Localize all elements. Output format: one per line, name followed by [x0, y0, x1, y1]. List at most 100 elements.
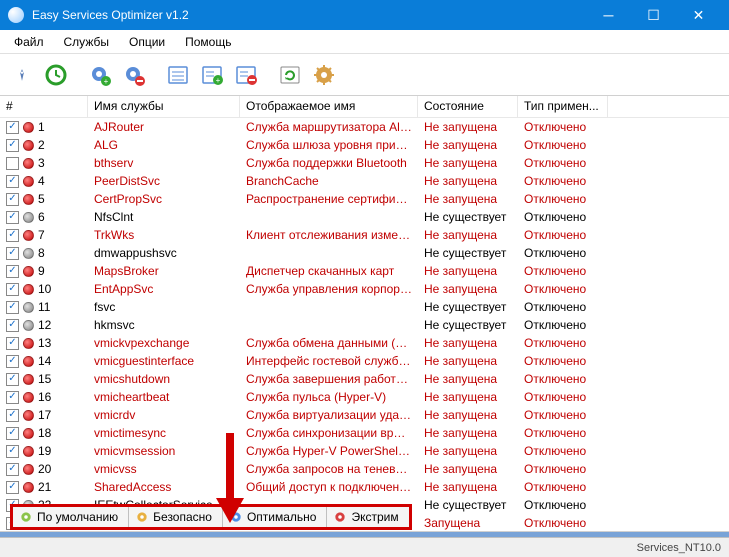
col-number[interactable]: # — [0, 96, 88, 117]
refresh-button[interactable] — [274, 59, 306, 91]
list-remove-button[interactable] — [230, 59, 262, 91]
table-row[interactable]: ✓14vmicguestinterfaceИнтерфейс гостевой … — [0, 352, 729, 370]
checkbox[interactable]: ✓ — [6, 409, 19, 422]
checkbox[interactable]: ✓ — [6, 283, 19, 296]
state: Не существует — [418, 498, 518, 512]
row-number: 10 — [38, 282, 51, 296]
checkbox[interactable] — [6, 157, 19, 170]
table-row[interactable]: ✓9MapsBrokerДиспетчер скачанных картНе з… — [0, 262, 729, 280]
checkbox[interactable]: ✓ — [6, 373, 19, 386]
table-row[interactable]: ✓7TrkWksКлиент отслеживания измени...Не … — [0, 226, 729, 244]
menu-file[interactable]: Файл — [6, 32, 52, 52]
gear-plus-button[interactable]: + — [84, 59, 116, 91]
table-row[interactable]: ✓11fsvcНе существуетОтключено — [0, 298, 729, 316]
col-display-name[interactable]: Отображаемое имя — [240, 96, 418, 117]
table-row[interactable]: ✓5CertPropSvcРаспространение сертификата… — [0, 190, 729, 208]
checkbox[interactable]: ✓ — [6, 301, 19, 314]
menu-options[interactable]: Опции — [121, 32, 173, 52]
state: Не запущена — [418, 228, 518, 242]
close-button[interactable]: ✕ — [676, 0, 721, 30]
checkbox[interactable]: ✓ — [6, 121, 19, 134]
type: Отключено — [518, 426, 608, 440]
table-row[interactable]: ✓6NfsClntНе существуетОтключено — [0, 208, 729, 226]
checkbox[interactable]: ✓ — [6, 175, 19, 188]
col-state[interactable]: Состояние — [418, 96, 518, 117]
type: Отключено — [518, 498, 608, 512]
mode-safe[interactable]: Безопасно — [129, 507, 223, 527]
checkbox[interactable]: ✓ — [6, 247, 19, 260]
display-name: Служба управления корпора... — [240, 282, 418, 296]
list-add-button[interactable]: + — [196, 59, 228, 91]
mode-default[interactable]: По умолчанию — [13, 507, 129, 527]
maximize-button[interactable]: ☐ — [631, 0, 676, 30]
row-number: 3 — [38, 156, 45, 170]
checkbox[interactable]: ✓ — [6, 211, 19, 224]
type: Отключено — [518, 354, 608, 368]
status-dot-icon — [23, 410, 34, 421]
table-row[interactable]: ✓10EntAppSvcСлужба управления корпора...… — [0, 280, 729, 298]
table-row[interactable]: ✓19vmicvmsessionСлужба Hyper-V PowerShel… — [0, 442, 729, 460]
table-row[interactable]: ✓4PeerDistSvcBranchCacheНе запущенаОтклю… — [0, 172, 729, 190]
checkbox[interactable]: ✓ — [6, 355, 19, 368]
status-dot-icon — [23, 176, 34, 187]
checkbox[interactable]: ✓ — [6, 139, 19, 152]
checkbox[interactable]: ✓ — [6, 463, 19, 476]
col-name[interactable]: Имя службы — [88, 96, 240, 117]
table-row[interactable]: ✓8dmwappushsvcНе существуетОтключено — [0, 244, 729, 262]
checkbox[interactable]: ✓ — [6, 265, 19, 278]
state: Не запущена — [418, 156, 518, 170]
checkbox[interactable]: ✓ — [6, 319, 19, 332]
state: Не запущена — [418, 372, 518, 386]
service-name: vmicshutdown — [88, 372, 240, 386]
service-name: fsvc — [88, 300, 240, 314]
rocket-button[interactable] — [6, 59, 38, 91]
checkbox[interactable]: ✓ — [6, 427, 19, 440]
state: Не запущена — [418, 444, 518, 458]
status-dot-icon — [23, 374, 34, 385]
table-row[interactable]: ✓16vmicheartbeatСлужба пульса (Hyper-V)Н… — [0, 388, 729, 406]
table-row[interactable]: ✓21SharedAccessОбщий доступ к подключени… — [0, 478, 729, 496]
table-row[interactable]: 3bthservСлужба поддержки BluetoothНе зап… — [0, 154, 729, 172]
table-row[interactable]: ✓2ALGСлужба шлюза уровня прило...Не запу… — [0, 136, 729, 154]
table-row[interactable]: ✓17vmicrdvСлужба виртуализации удал...Не… — [0, 406, 729, 424]
table-body: ✓1AJRouterСлужба маршрутизатора AllJ...Н… — [0, 118, 729, 532]
menu-help[interactable]: Помощь — [177, 32, 239, 52]
checkbox[interactable]: ✓ — [6, 391, 19, 404]
svg-text:+: + — [216, 76, 221, 85]
status-dot-icon — [23, 266, 34, 277]
restore-button[interactable] — [40, 59, 72, 91]
minimize-button[interactable]: ─ — [586, 0, 631, 30]
table-row[interactable]: ✓1AJRouterСлужба маршрутизатора AllJ...Н… — [0, 118, 729, 136]
col-type[interactable]: Тип примен... — [518, 96, 608, 117]
status-text: Services_NT10.0 — [637, 542, 721, 554]
row-number: 2 — [38, 138, 45, 152]
table-row[interactable]: ✓12hkmsvcНе существуетОтключено — [0, 316, 729, 334]
row-number: 1 — [38, 120, 45, 134]
table-row[interactable]: ✓18vmictimesyncСлужба синхронизации врем… — [0, 424, 729, 442]
app-icon — [8, 7, 24, 23]
list-button[interactable] — [162, 59, 194, 91]
row-number: 12 — [38, 318, 51, 332]
checkbox[interactable]: ✓ — [6, 337, 19, 350]
checkbox[interactable]: ✓ — [6, 193, 19, 206]
type: Отключено — [518, 210, 608, 224]
display-name: Служба Hyper-V PowerShell Di... — [240, 444, 418, 458]
state: Не существует — [418, 246, 518, 260]
checkbox[interactable]: ✓ — [6, 481, 19, 494]
checkbox[interactable]: ✓ — [6, 445, 19, 458]
service-name: SharedAccess — [88, 480, 240, 494]
gear-minus-button[interactable] — [118, 59, 150, 91]
row-number: 15 — [38, 372, 51, 386]
checkbox[interactable]: ✓ — [6, 229, 19, 242]
settings-button[interactable] — [308, 59, 340, 91]
mode-optimal[interactable]: Оптимально — [223, 507, 328, 527]
toolbar: + + — [0, 54, 729, 96]
mode-extreme[interactable]: Экстрим — [327, 507, 408, 527]
service-name: PeerDistSvc — [88, 174, 240, 188]
table-row[interactable]: ✓20vmicvssСлужба запросов на теневое ...… — [0, 460, 729, 478]
menu-services[interactable]: Службы — [56, 32, 117, 52]
table-row[interactable]: ✓15vmicshutdownСлужба завершения работы … — [0, 370, 729, 388]
service-name: TrkWks — [88, 228, 240, 242]
table-row[interactable]: ✓13vmickvpexchangeСлужба обмена данными … — [0, 334, 729, 352]
row-number: 4 — [38, 174, 45, 188]
